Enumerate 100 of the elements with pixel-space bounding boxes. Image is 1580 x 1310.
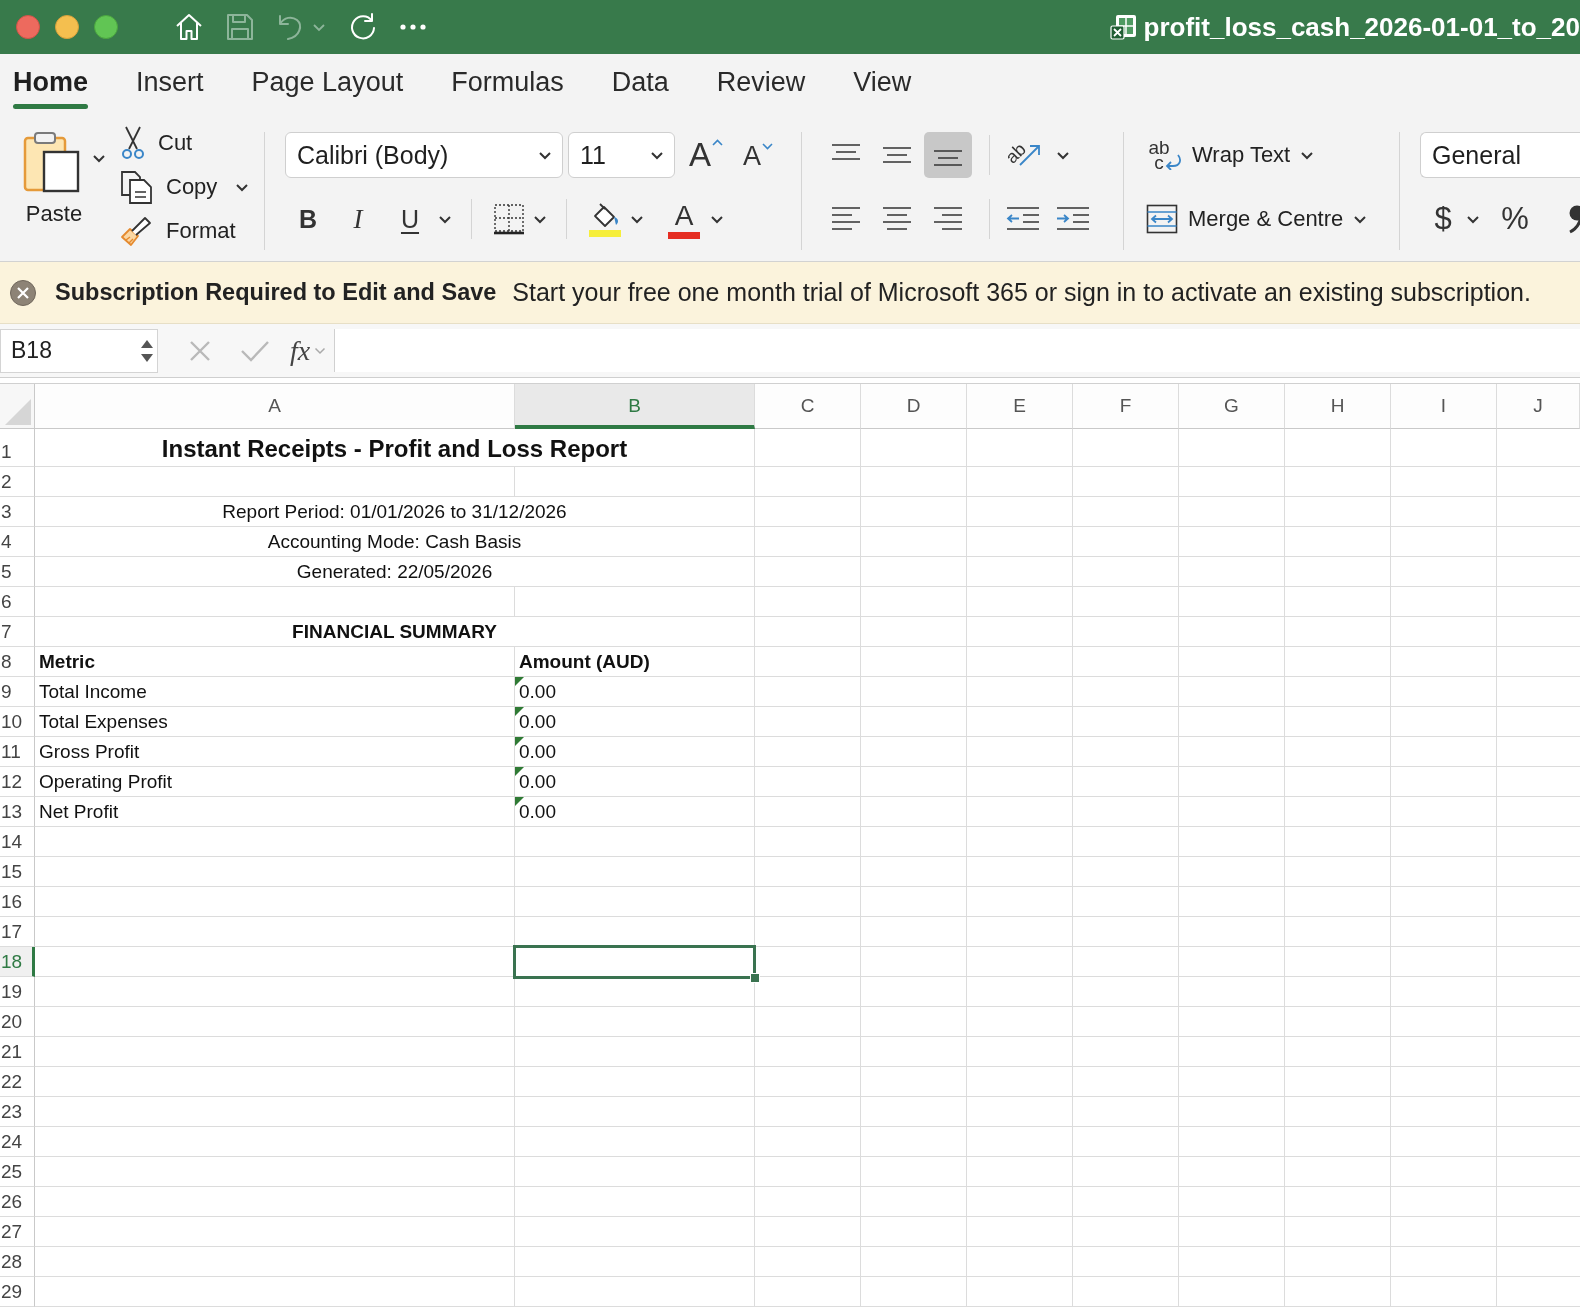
merge-and-centre-button[interactable]: Merge & Centre (1144, 196, 1399, 242)
orientation-button[interactable]: ab (1006, 135, 1071, 175)
column-header[interactable]: F (1073, 384, 1179, 429)
row-header[interactable]: 24 (0, 1127, 35, 1157)
column-header[interactable]: E (967, 384, 1073, 429)
home-icon[interactable] (174, 12, 204, 42)
row-header[interactable]: 5 (0, 557, 35, 587)
column-header[interactable]: A (35, 384, 515, 429)
align-bottom-button[interactable] (924, 132, 972, 178)
row-header[interactable]: 10 (0, 707, 35, 737)
row-header[interactable]: 23 (0, 1097, 35, 1127)
report-info-text: Accounting Mode: Cash Basis (267, 530, 522, 554)
ribbon-tab[interactable]: Insert (136, 54, 204, 112)
row-header[interactable]: 21 (0, 1037, 35, 1067)
column-header[interactable]: J (1497, 384, 1580, 429)
amount-value: 0.00 (519, 770, 556, 794)
caret-down-icon (762, 143, 774, 150)
italic-button[interactable]: I (338, 199, 378, 239)
column-header[interactable]: G (1179, 384, 1285, 429)
chevron-icon (1353, 214, 1368, 224)
chevron-icon[interactable] (1466, 214, 1480, 224)
column-header[interactable]: C (755, 384, 861, 429)
row-header[interactable]: 3 (0, 497, 35, 527)
ribbon-tab[interactable]: Review (716, 54, 806, 112)
ribbon-tab[interactable]: Data (611, 54, 669, 112)
chevron-icon (650, 150, 664, 160)
column-header[interactable]: I (1391, 384, 1497, 429)
section-heading: FINANCIAL SUMMARY (292, 620, 497, 644)
report-title: Instant Receipts - Profit and Loss Report (161, 434, 628, 464)
increase-indent-icon[interactable] (1056, 206, 1090, 232)
chevron-icon[interactable] (710, 214, 724, 224)
font-color-button[interactable]: A (666, 199, 702, 239)
row-header[interactable]: 22 (0, 1067, 35, 1097)
comma-style-icon[interactable] (1568, 204, 1580, 234)
paste-button[interactable]: Paste (20, 130, 88, 242)
row-header[interactable]: 11 (0, 737, 35, 767)
row-header[interactable]: 7 (0, 617, 35, 647)
borders-icon[interactable] (493, 203, 525, 235)
report-info-text: Generated: 22/05/2026 (296, 560, 493, 584)
column-heading: Metric (39, 650, 95, 674)
wrap-text-button[interactable]: ab c Wrap Text (1144, 132, 1399, 178)
formula-input[interactable] (334, 329, 1580, 372)
row-header[interactable]: 26 (0, 1187, 35, 1217)
redo-icon[interactable] (348, 12, 378, 42)
ribbon-tab[interactable]: Home (13, 54, 88, 112)
row-header[interactable]: 15 (0, 857, 35, 887)
row-header[interactable]: 17 (0, 917, 35, 947)
column-header[interactable]: B (515, 384, 755, 429)
row-header[interactable]: 6 (0, 587, 35, 617)
chevron-icon[interactable] (630, 214, 644, 224)
row-header[interactable]: 27 (0, 1217, 35, 1247)
row-header[interactable]: 8 (0, 647, 35, 677)
insert-function-button[interactable]: fx (290, 334, 327, 367)
name-box[interactable]: B18 (0, 328, 158, 373)
column-header[interactable]: D (861, 384, 967, 429)
ribbon-tab[interactable]: Formulas (451, 54, 564, 112)
row-header[interactable]: 20 (0, 1007, 35, 1037)
row-header[interactable]: 19 (0, 977, 35, 1007)
format-painter-button[interactable]: Format (120, 209, 250, 253)
chevron-icon[interactable] (533, 214, 547, 224)
fill-color-icon[interactable] (588, 201, 622, 237)
row-header[interactable]: 18 (0, 947, 35, 977)
row-header[interactable]: 2 (0, 467, 35, 497)
minimize-button[interactable] (55, 15, 79, 39)
column-header[interactable]: H (1285, 384, 1391, 429)
row-header[interactable]: 25 (0, 1157, 35, 1187)
ribbon-tab[interactable]: View (853, 54, 912, 112)
font-size-dropdown[interactable]: 11 (568, 132, 675, 178)
currency-format-button[interactable]: $ (1428, 199, 1458, 239)
fill-handle[interactable] (750, 973, 760, 983)
row-header[interactable]: 29 (0, 1277, 35, 1307)
decrease-font-size-button[interactable]: A (743, 135, 774, 175)
number-format-dropdown[interactable]: General (1420, 132, 1580, 178)
color-swatch-icon (668, 232, 700, 239)
increase-font-size-button[interactable]: A (689, 135, 723, 175)
row-header[interactable]: 4 (0, 527, 35, 557)
ribbon-tab[interactable]: Page Layout (251, 54, 404, 112)
chevron-icon[interactable] (438, 214, 452, 224)
row-header[interactable]: 9 (0, 677, 35, 707)
row-header[interactable]: 1 (0, 429, 35, 467)
underline-button[interactable]: U (390, 199, 430, 239)
row-header[interactable]: 16 (0, 887, 35, 917)
bold-button[interactable]: B (288, 199, 328, 239)
notice-title: Subscription Required to Edit and Save (55, 279, 497, 306)
percent-format-button[interactable]: % (1498, 199, 1532, 239)
chevron-icon[interactable] (92, 154, 106, 163)
copy-button[interactable]: Copy (120, 165, 250, 209)
chevron-icon (1300, 150, 1315, 160)
cut-button[interactable]: Cut (120, 121, 250, 165)
close-icon[interactable] (9, 278, 37, 307)
row-header[interactable]: 28 (0, 1247, 35, 1277)
row-header[interactable]: 14 (0, 827, 35, 857)
decrease-indent-icon[interactable] (1006, 206, 1040, 232)
metric-name: Net Profit (39, 800, 119, 824)
font-name-dropdown[interactable]: Calibri (Body) (285, 132, 563, 178)
row-header[interactable]: 12 (0, 767, 35, 797)
metric-name: Total Expenses (39, 710, 168, 734)
row-header[interactable]: 13 (0, 797, 35, 827)
more-icon[interactable] (400, 24, 426, 30)
spreadsheet-file-icon (1109, 13, 1138, 41)
